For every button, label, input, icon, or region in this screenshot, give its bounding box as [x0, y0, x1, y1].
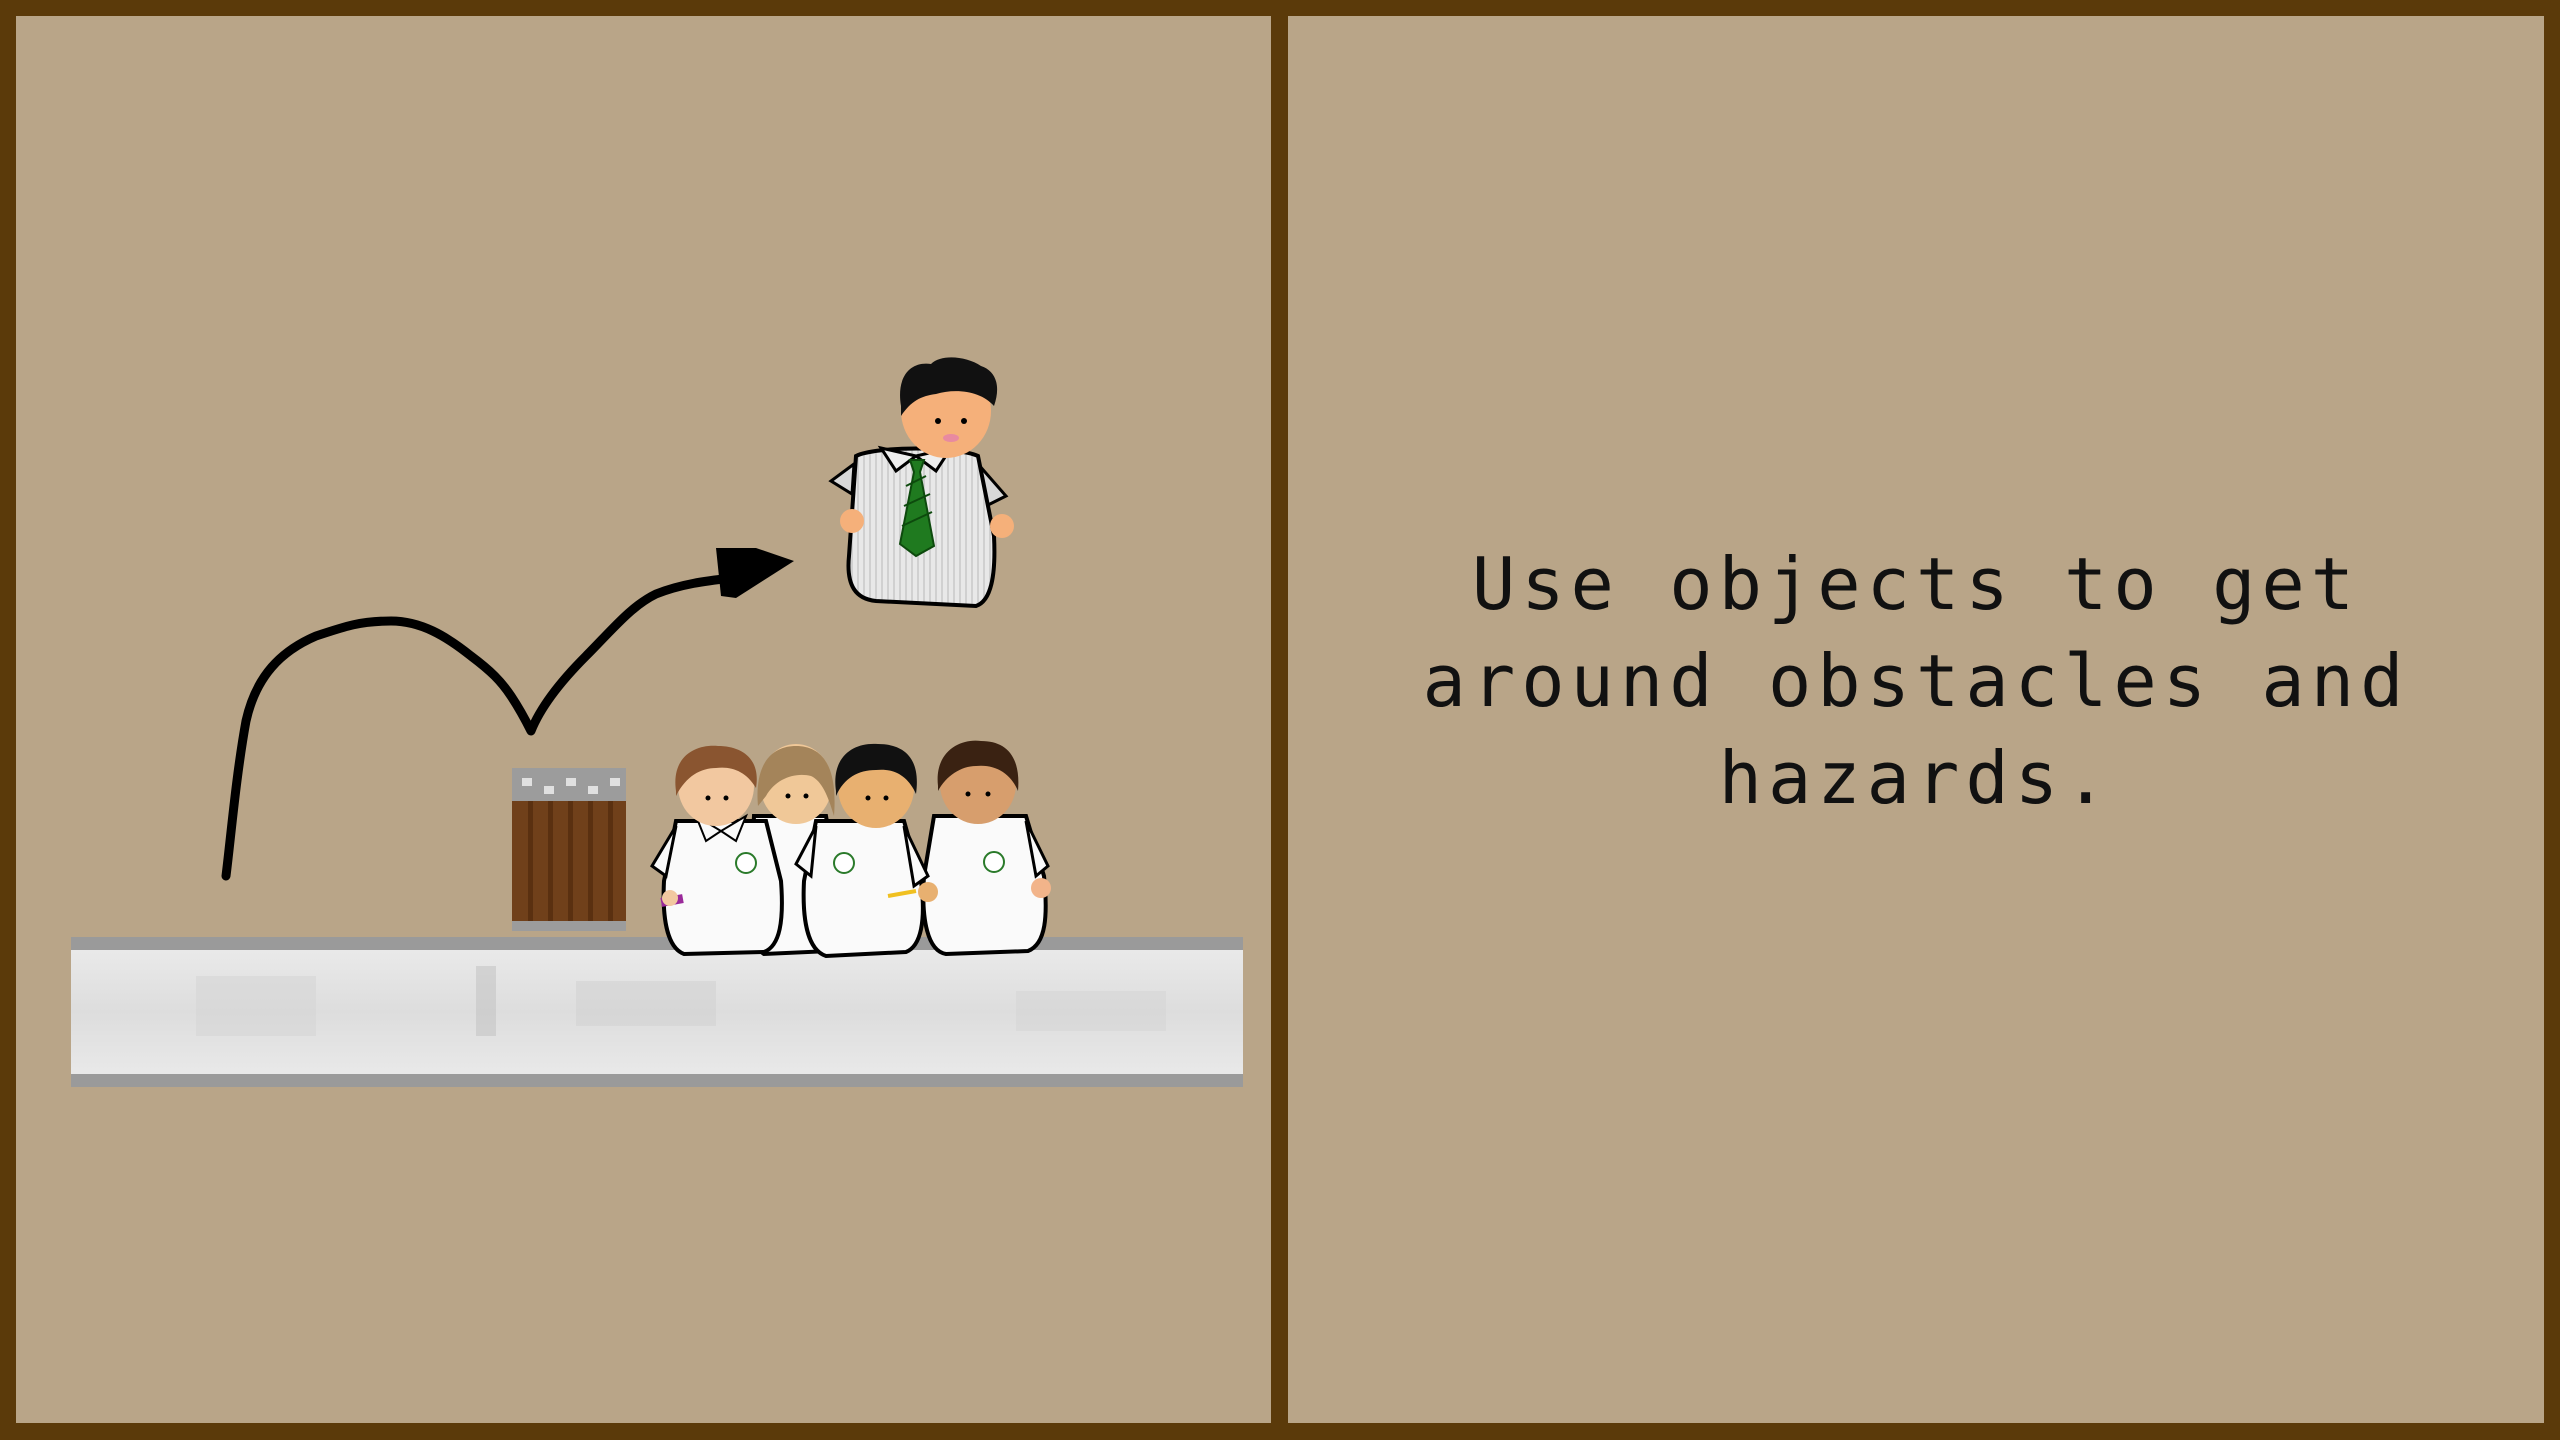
jumping-student-with-tie [828, 357, 1014, 609]
tutorial-scene [71, 357, 1243, 1087]
trash-can [512, 768, 626, 931]
student-dark-brown-hair [921, 740, 1051, 957]
tutorial-tip-text: Use objects to get around obstacles and … [1422, 542, 2410, 820]
illustration-panel [16, 16, 1271, 1423]
tip-panel: Use objects to get around obstacles and … [1288, 16, 2544, 1423]
floor-platform [71, 937, 1243, 1087]
